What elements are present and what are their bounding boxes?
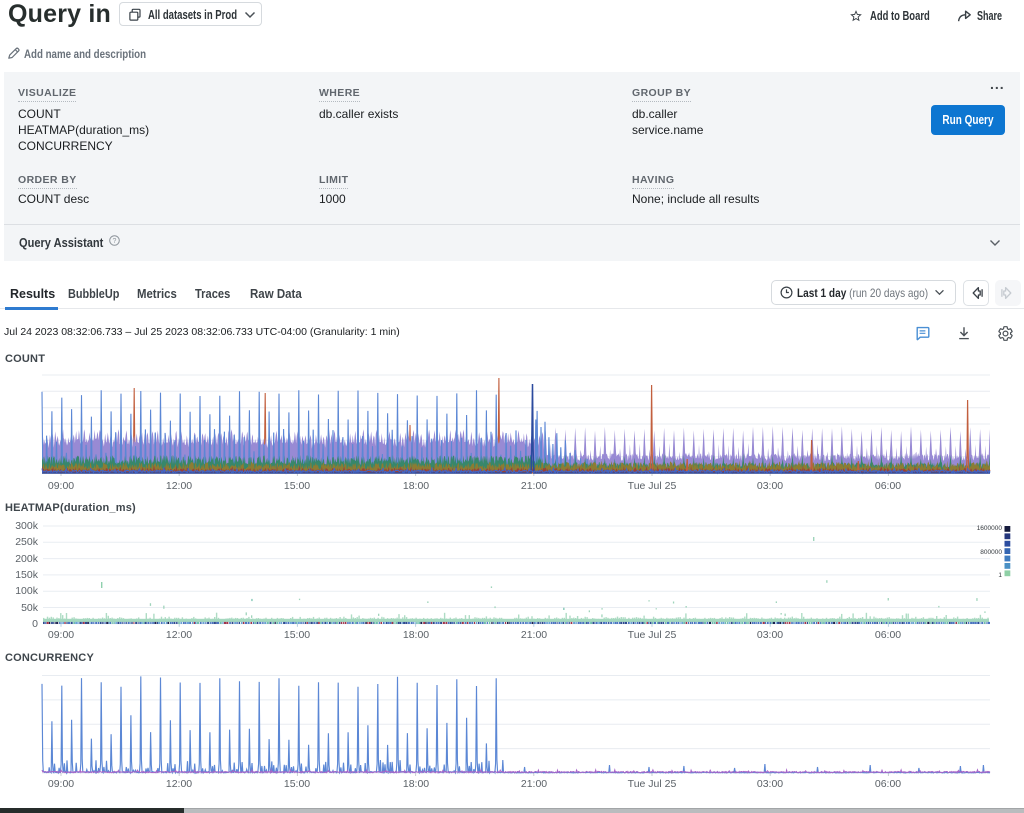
svg-text:?: ? xyxy=(113,238,117,245)
